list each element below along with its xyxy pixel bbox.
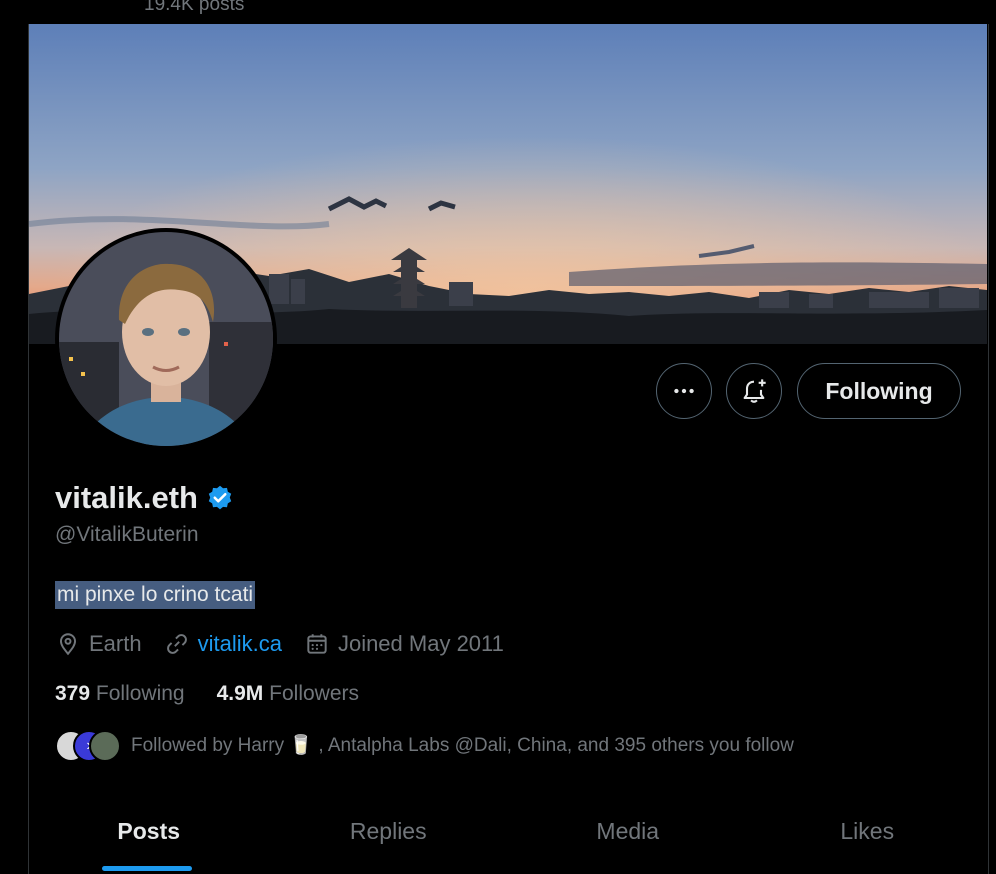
profile-avatar[interactable] bbox=[55, 228, 277, 450]
location-pin-icon bbox=[59, 633, 77, 656]
followers-stat[interactable]: 4.9M Followers bbox=[217, 682, 359, 706]
tab-media[interactable]: Media bbox=[508, 798, 748, 874]
notifications-button[interactable] bbox=[726, 363, 782, 419]
user-handle: @VitalikButerin bbox=[55, 523, 199, 546]
website-item[interactable]: vitalik.ca bbox=[164, 631, 282, 657]
location-text: Earth bbox=[89, 631, 142, 656]
top-bar: 19.4K posts bbox=[0, 0, 996, 24]
following-count: 379 bbox=[55, 682, 91, 705]
location-item: Earth bbox=[55, 631, 142, 657]
active-tab-indicator bbox=[102, 866, 192, 871]
verified-badge-icon[interactable] bbox=[206, 484, 234, 512]
following-button[interactable]: Following bbox=[797, 363, 961, 419]
avatar-image bbox=[59, 232, 273, 446]
follow-stats: 379 Following 4.9M Followers bbox=[55, 682, 391, 706]
post-count: 19.4K posts bbox=[144, 0, 245, 15]
profile-tabs: Posts Replies Media Likes bbox=[29, 798, 987, 874]
following-stat[interactable]: 379 Following bbox=[55, 682, 185, 706]
tab-posts[interactable]: Posts bbox=[29, 798, 269, 874]
following-label: Following bbox=[95, 682, 185, 705]
followers-label: Followers bbox=[269, 682, 359, 705]
tab-replies[interactable]: Replies bbox=[269, 798, 509, 874]
link-icon bbox=[166, 634, 187, 654]
mutual-avatar bbox=[89, 730, 121, 762]
joined-item: Joined May 2011 bbox=[304, 631, 504, 657]
followers-count: 4.9M bbox=[216, 682, 264, 705]
joined-text: Joined May 2011 bbox=[337, 631, 504, 656]
profile-bio: mi pinxe lo crino tcati bbox=[55, 581, 256, 609]
display-name-row: vitalik.eth bbox=[55, 480, 234, 516]
tab-likes[interactable]: Likes bbox=[748, 798, 988, 874]
profile-meta: Earth vitalik.ca Joined May 2011 bbox=[55, 631, 526, 657]
more-options-button[interactable] bbox=[656, 363, 712, 419]
calendar-icon bbox=[307, 634, 327, 654]
display-name: vitalik.eth bbox=[55, 480, 198, 515]
followed-by-text: Followed by Harry 🥛 , Antalpha Labs @Dal… bbox=[131, 735, 794, 756]
more-icon bbox=[674, 388, 694, 394]
website-link[interactable]: vitalik.ca bbox=[198, 631, 282, 657]
mutual-avatars: › bbox=[55, 730, 121, 762]
bell-plus-icon bbox=[743, 379, 766, 403]
followed-by-row[interactable]: › Followed by Harry 🥛 , Antalpha Labs @D… bbox=[55, 730, 794, 762]
